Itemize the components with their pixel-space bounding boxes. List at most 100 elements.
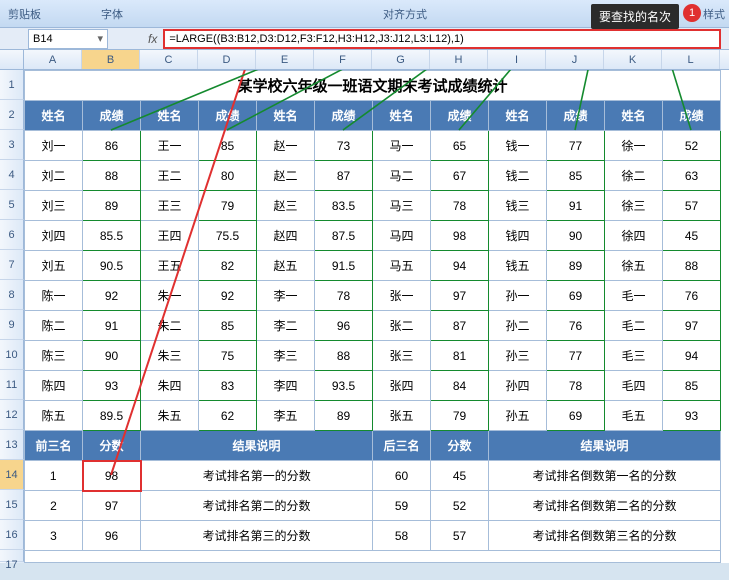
cell[interactable]: 92: [199, 281, 257, 311]
cell[interactable]: 57: [431, 521, 489, 551]
col-header-L[interactable]: L: [662, 50, 720, 69]
cell[interactable]: 78: [547, 371, 605, 401]
cell[interactable]: 84: [431, 371, 489, 401]
cell[interactable]: 赵四: [257, 221, 315, 251]
cell[interactable]: 徐一: [605, 131, 663, 161]
cell[interactable]: 96: [315, 311, 373, 341]
cell[interactable]: 87: [431, 311, 489, 341]
cell[interactable]: 92: [83, 281, 141, 311]
cell[interactable]: 85.5: [83, 221, 141, 251]
cell[interactable]: 成绩: [315, 101, 373, 131]
cell[interactable]: 85: [663, 371, 721, 401]
formula-input[interactable]: =LARGE((B3:B12,D3:D12,F3:F12,H3:H12,J3:J…: [163, 29, 721, 49]
cell[interactable]: 成绩: [83, 101, 141, 131]
cell[interactable]: 93: [83, 371, 141, 401]
cell[interactable]: 考试排名倒数第三名的分数: [489, 521, 721, 551]
cell[interactable]: 姓名: [25, 101, 83, 131]
cell[interactable]: 姓名: [373, 101, 431, 131]
cell[interactable]: 77: [547, 131, 605, 161]
cell[interactable]: 张一: [373, 281, 431, 311]
cell[interactable]: 89: [315, 401, 373, 431]
cell[interactable]: 姓名: [257, 101, 315, 131]
cell[interactable]: 91: [83, 311, 141, 341]
cell[interactable]: 98: [431, 221, 489, 251]
cell[interactable]: 朱五: [141, 401, 199, 431]
cell[interactable]: 65: [431, 131, 489, 161]
cell[interactable]: 2: [25, 491, 83, 521]
cell[interactable]: 成绩: [431, 101, 489, 131]
ribbon-group-font[interactable]: 字体: [101, 6, 123, 22]
col-header-K[interactable]: K: [604, 50, 662, 69]
cell[interactable]: 76: [547, 311, 605, 341]
cell[interactable]: 结果说明: [141, 431, 373, 461]
cell[interactable]: 45: [431, 461, 489, 491]
cell[interactable]: 91.5: [315, 251, 373, 281]
cell[interactable]: 朱四: [141, 371, 199, 401]
cell[interactable]: 结果说明: [489, 431, 721, 461]
ribbon-group-clipboard[interactable]: 剪贴板: [8, 6, 41, 22]
cell[interactable]: 88: [83, 161, 141, 191]
cell[interactable]: 徐四: [605, 221, 663, 251]
cell[interactable]: 孙一: [489, 281, 547, 311]
cell[interactable]: 58: [373, 521, 431, 551]
cell[interactable]: 考试排名第三的分数: [141, 521, 373, 551]
fx-icon[interactable]: fx: [148, 32, 157, 46]
cell[interactable]: 83.5: [315, 191, 373, 221]
cell[interactable]: 赵一: [257, 131, 315, 161]
row-header-14[interactable]: 14: [0, 460, 24, 490]
cell[interactable]: 89: [547, 251, 605, 281]
col-header-F[interactable]: F: [314, 50, 372, 69]
cell[interactable]: 马三: [373, 191, 431, 221]
cell[interactable]: 90: [547, 221, 605, 251]
cell[interactable]: 63: [663, 161, 721, 191]
cell[interactable]: 钱四: [489, 221, 547, 251]
row-header-7[interactable]: 7: [0, 250, 24, 280]
cell[interactable]: 张四: [373, 371, 431, 401]
cell[interactable]: 孙四: [489, 371, 547, 401]
cell[interactable]: 孙三: [489, 341, 547, 371]
col-header-C[interactable]: C: [140, 50, 198, 69]
cell[interactable]: 刘五: [25, 251, 83, 281]
cell[interactable]: 李四: [257, 371, 315, 401]
cell[interactable]: 79: [431, 401, 489, 431]
cell[interactable]: 97: [663, 311, 721, 341]
row-header-10[interactable]: 10: [0, 340, 24, 370]
cell[interactable]: 77: [547, 341, 605, 371]
cell[interactable]: 59: [373, 491, 431, 521]
row-header-2[interactable]: 2: [0, 100, 24, 130]
cell[interactable]: 94: [431, 251, 489, 281]
cell[interactable]: 钱二: [489, 161, 547, 191]
cell[interactable]: 76: [663, 281, 721, 311]
row-header-15[interactable]: 15: [0, 490, 24, 520]
cell[interactable]: 57: [663, 191, 721, 221]
cell[interactable]: 81: [431, 341, 489, 371]
chevron-down-icon[interactable]: ▾: [97, 32, 103, 45]
cell[interactable]: 王二: [141, 161, 199, 191]
row-header-12[interactable]: 12: [0, 400, 24, 430]
cell[interactable]: 85: [547, 161, 605, 191]
cell[interactable]: 93: [663, 401, 721, 431]
cell[interactable]: 徐五: [605, 251, 663, 281]
cell[interactable]: 88: [315, 341, 373, 371]
cell[interactable]: 86: [83, 131, 141, 161]
select-all-corner[interactable]: [0, 50, 24, 69]
cell[interactable]: 考试排名倒数第二名的分数: [489, 491, 721, 521]
row-header-3[interactable]: 3: [0, 130, 24, 160]
cell[interactable]: 78: [431, 191, 489, 221]
cell[interactable]: 张三: [373, 341, 431, 371]
col-header-E[interactable]: E: [256, 50, 314, 69]
cell[interactable]: 钱五: [489, 251, 547, 281]
cell[interactable]: 孙五: [489, 401, 547, 431]
cell[interactable]: 马四: [373, 221, 431, 251]
cell[interactable]: 某学校六年级一班语文期末考试成绩统计: [25, 71, 721, 101]
cell[interactable]: 王五: [141, 251, 199, 281]
cell[interactable]: 87.5: [315, 221, 373, 251]
cell[interactable]: 刘三: [25, 191, 83, 221]
cell[interactable]: 考试排名第二的分数: [141, 491, 373, 521]
cell[interactable]: 毛五: [605, 401, 663, 431]
cell[interactable]: 钱一: [489, 131, 547, 161]
cell[interactable]: 朱二: [141, 311, 199, 341]
cell[interactable]: 85: [199, 311, 257, 341]
cell[interactable]: 52: [431, 491, 489, 521]
cell[interactable]: 马一: [373, 131, 431, 161]
